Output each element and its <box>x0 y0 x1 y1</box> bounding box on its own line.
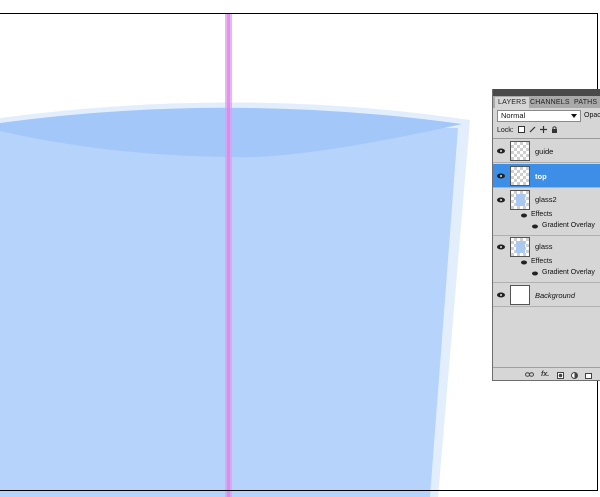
adjustment-icon[interactable] <box>571 372 578 379</box>
tab-paths[interactable]: PATHS <box>571 97 600 108</box>
lock-transparency-icon[interactable] <box>517 126 525 133</box>
effects-visibility-icon[interactable] <box>521 213 527 218</box>
blend-mode-value: Normal <box>501 111 526 120</box>
layer-name: guide <box>535 147 554 156</box>
layer-name: Background <box>535 291 576 300</box>
fx-icon[interactable]: fx. <box>541 371 549 378</box>
lock-all-icon[interactable] <box>551 126 558 133</box>
panel-tabs: LAYERS CHANNELS PATHS <box>493 96 600 108</box>
layer-thumbnail <box>510 166 530 186</box>
layers-panel: LAYERS CHANNELS PATHS Normal Opac Lock: … <box>492 89 600 381</box>
lock-pixels-icon[interactable] <box>529 126 536 133</box>
layer-name: glass <box>535 242 553 251</box>
effect-gradient-overlay[interactable]: Gradient Overlay <box>542 222 595 229</box>
opacity-label: Opac <box>584 112 600 119</box>
new-group-icon[interactable] <box>585 372 592 379</box>
layer-row-glass[interactable]: glass Effects Gradient Overlay <box>493 236 600 283</box>
link-icon[interactable] <box>525 372 534 377</box>
eye-icon[interactable] <box>497 292 505 298</box>
layer-row-guide[interactable]: guide <box>493 139 600 163</box>
layer-row-background[interactable]: Background <box>493 283 600 307</box>
tab-layers[interactable]: LAYERS <box>495 97 530 108</box>
layer-thumbnail <box>510 285 530 305</box>
effects-visibility-icon[interactable] <box>521 260 527 265</box>
tab-channels[interactable]: CHANNELS <box>527 97 573 108</box>
effect-visibility-icon[interactable] <box>532 271 538 276</box>
eye-icon[interactable] <box>497 197 505 203</box>
layer-name: glass2 <box>535 195 557 204</box>
panel-bottom-bar: fx. <box>493 367 600 380</box>
lock-position-icon[interactable] <box>539 126 547 133</box>
eye-icon[interactable] <box>497 173 505 179</box>
layer-name: top <box>535 172 547 181</box>
panel-title-bar[interactable] <box>493 89 600 96</box>
lock-row: Lock: <box>497 126 558 136</box>
layer-row-glass2[interactable]: glass2 Effects Gradient Overlay <box>493 189 600 236</box>
layer-row-top[interactable]: top <box>493 164 600 188</box>
effect-gradient-overlay[interactable]: Gradient Overlay <box>542 269 595 276</box>
blend-mode-select[interactable]: Normal <box>497 110 581 122</box>
layer-thumbnail <box>510 237 530 257</box>
effects-label: Effects <box>531 211 553 218</box>
layer-thumbnail <box>510 141 530 161</box>
eye-icon[interactable] <box>497 244 505 250</box>
eye-icon[interactable] <box>497 148 505 154</box>
effects-label: Effects <box>531 258 553 265</box>
mask-icon[interactable] <box>557 372 564 379</box>
lock-label: Lock: <box>497 127 514 134</box>
effect-visibility-icon[interactable] <box>532 224 538 229</box>
chevron-down-icon <box>571 114 577 118</box>
layer-thumbnail <box>510 190 530 210</box>
